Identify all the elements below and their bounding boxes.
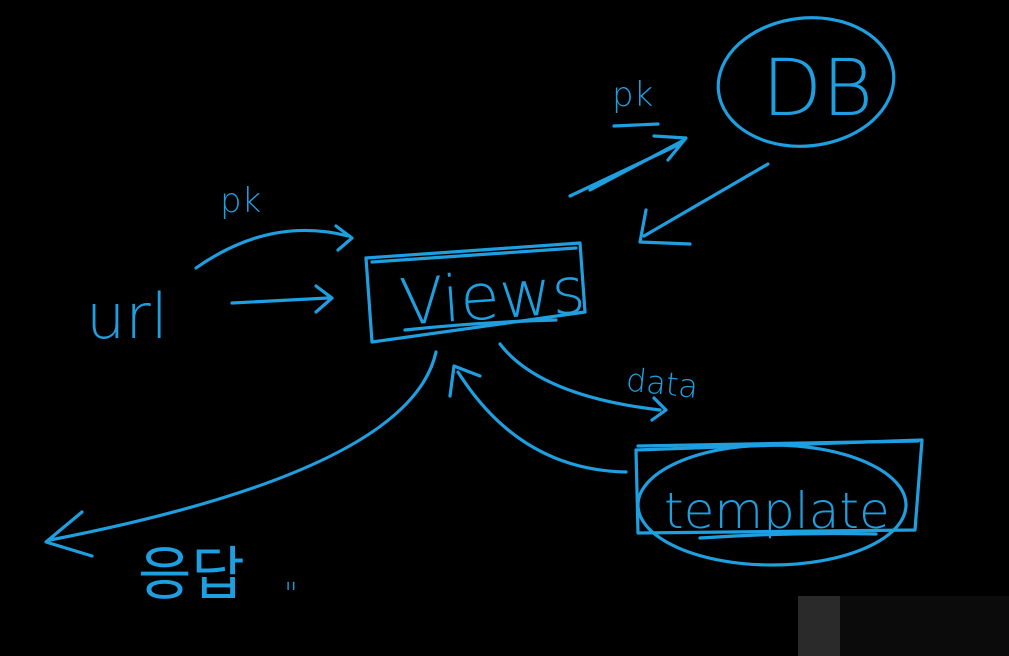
views-db-pk-label: pk <box>612 75 653 115</box>
views-db-line-2 <box>588 138 686 192</box>
url-views-line <box>230 296 330 305</box>
template-to-views-arrow <box>448 364 628 474</box>
diagram-canvas: Views DB template url pk pk data 응답 " <box>44 16 924 612</box>
url-pk-arrowhead <box>334 224 354 252</box>
db-label: DB <box>762 44 873 134</box>
views-to-template-arrow: data <box>498 342 700 422</box>
db-to-views-arrow <box>638 162 770 246</box>
db-views-line <box>642 162 770 238</box>
views-response-curve <box>48 350 438 542</box>
db-node: DB <box>716 16 896 148</box>
views-template-data-label: data <box>624 361 700 406</box>
template-views-curve <box>456 370 628 474</box>
url-to-views-arrows: pk <box>194 181 354 314</box>
views-db-pk-underline <box>612 122 660 128</box>
views-to-db-arrow: pk <box>568 75 688 198</box>
template-label: template <box>664 482 890 540</box>
views-node: Views <box>364 241 587 344</box>
url-pk-label: pk <box>220 181 261 221</box>
url-pk-arc <box>194 228 350 270</box>
corner-overlay-block <box>798 596 840 656</box>
response-label: 응답 <box>138 540 245 608</box>
corner-overlay-strip <box>840 596 1009 656</box>
views-to-response-arrow <box>44 350 438 558</box>
url-label: url <box>86 280 168 353</box>
quote-mark: " <box>284 577 298 612</box>
template-node: template <box>634 438 924 567</box>
